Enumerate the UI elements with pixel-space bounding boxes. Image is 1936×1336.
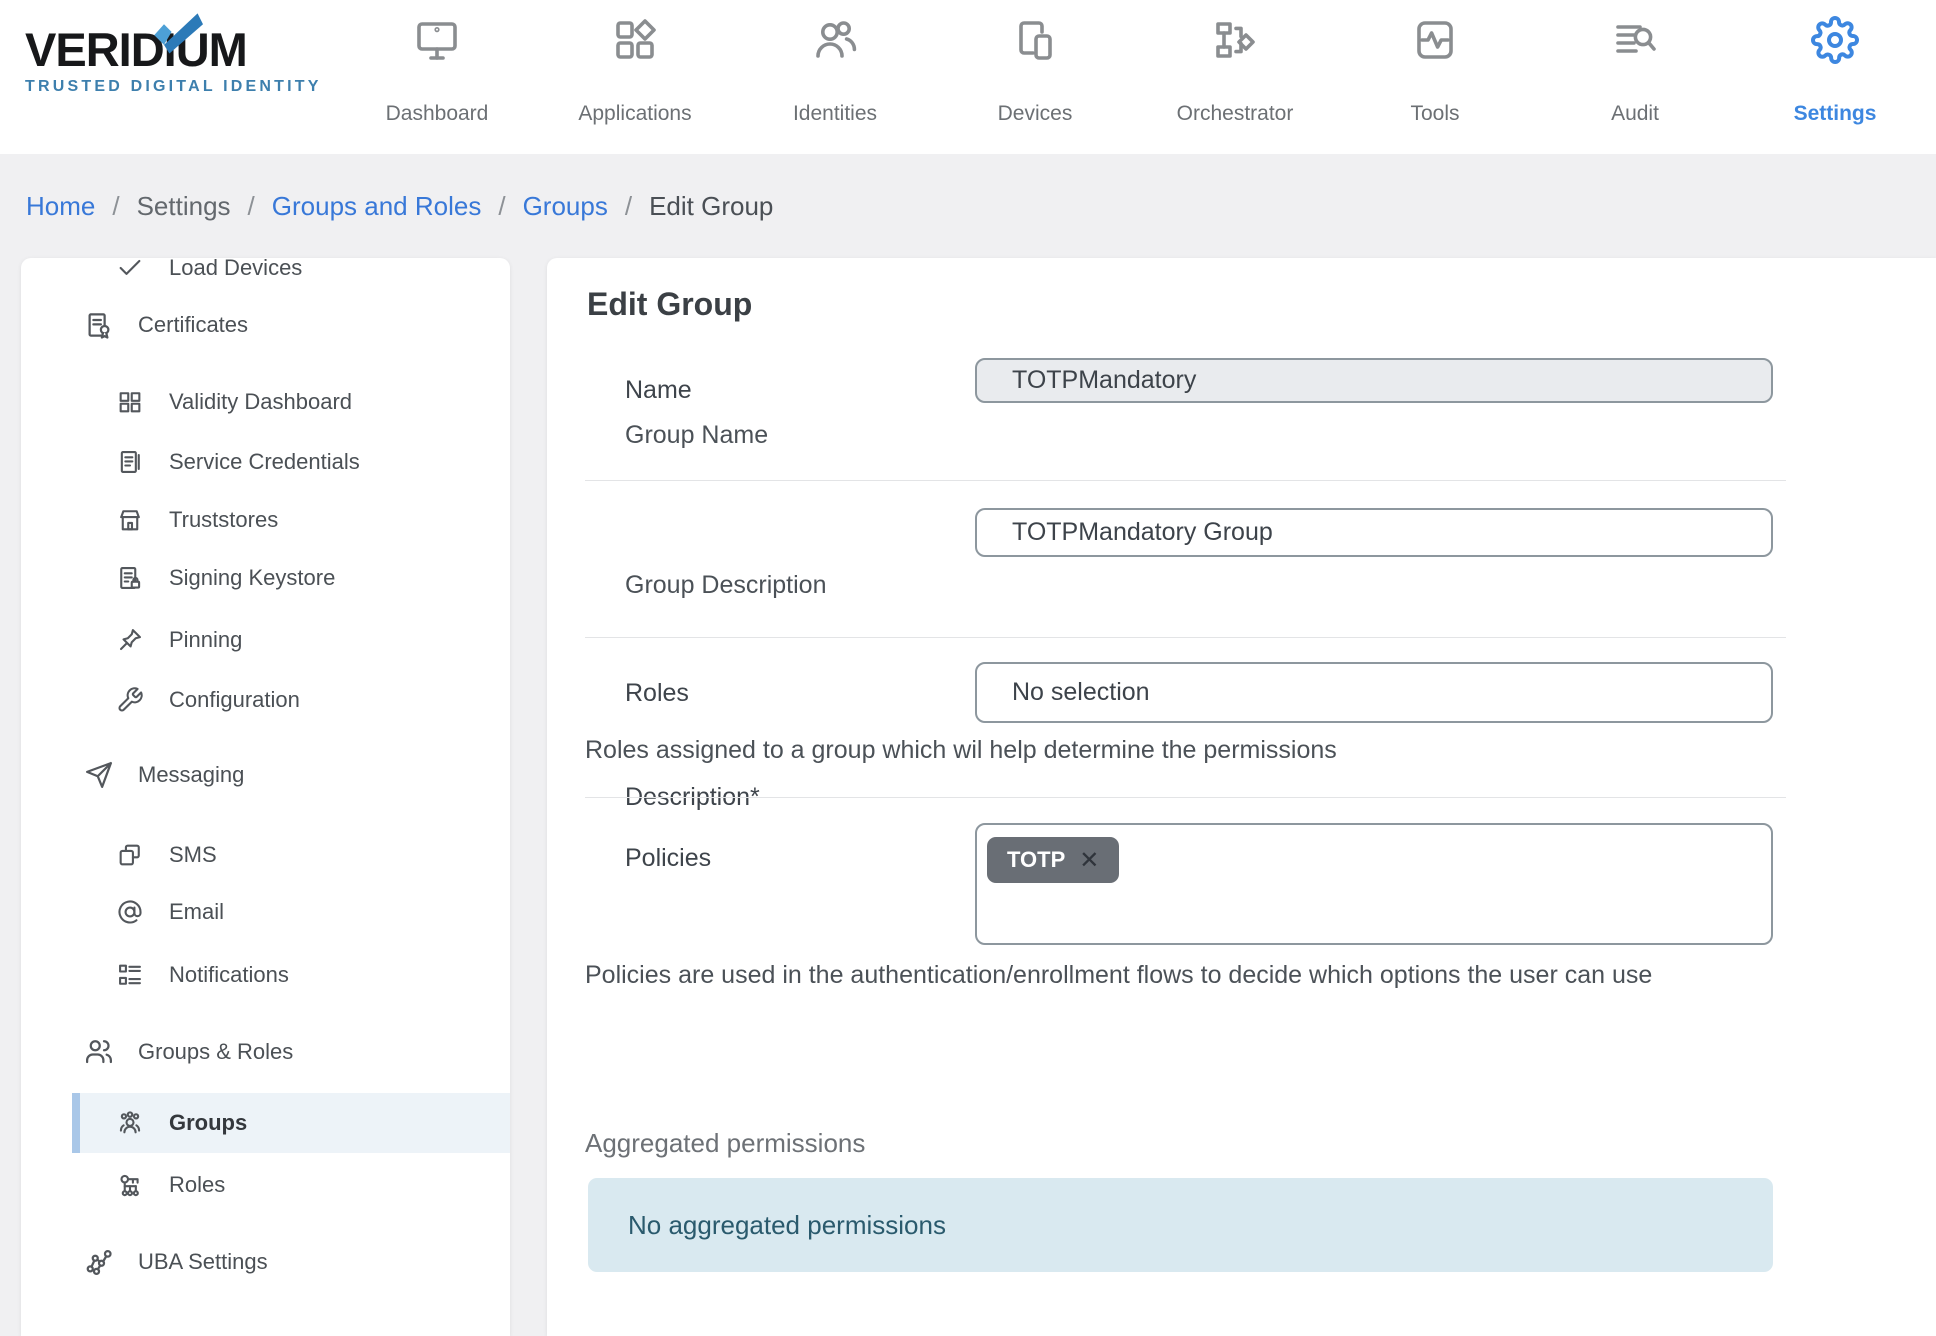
document-lock-icon xyxy=(116,564,144,592)
breadcrumb: Home / Settings / Groups and Roles / Gro… xyxy=(0,154,1936,258)
nav-item-audit[interactable]: Audit xyxy=(1550,0,1720,154)
edit-group-panel: Edit Group Name Group Name TOTPMandatory… xyxy=(547,258,1936,1336)
nav-item-orchestrator[interactable]: Orchestrator xyxy=(1150,0,1320,154)
section-divider xyxy=(585,637,1786,638)
nav-item-devices[interactable]: Devices xyxy=(950,0,1120,154)
policies-label: Policies xyxy=(625,846,711,871)
devices-icon xyxy=(1011,16,1059,64)
nav-item-dashboard[interactable]: Dashboard xyxy=(352,0,522,154)
roles-help: Roles assigned to a group which wil help… xyxy=(585,738,1337,763)
key-nodes-icon xyxy=(116,1171,144,1199)
sidebar-item-configuration[interactable]: Configuration xyxy=(21,671,510,729)
certificate-icon xyxy=(84,310,114,340)
store-icon xyxy=(116,506,144,534)
name-label: Name xyxy=(625,378,692,403)
breadcrumb-groups-and-roles[interactable]: Groups and Roles xyxy=(272,191,482,222)
veridium-logo: VERIDIUM TRUSTED DIGITAL IDENTITY xyxy=(25,24,355,96)
paper-plane-icon xyxy=(84,760,114,790)
aggregated-permissions-heading: Aggregated permissions xyxy=(585,1128,865,1159)
wrench-icon xyxy=(116,686,144,714)
breadcrumb-current: Edit Group xyxy=(649,191,773,222)
nav-item-tools[interactable]: Tools xyxy=(1350,0,1520,154)
breadcrumb-separator: / xyxy=(625,191,632,222)
sidebar-item-groups-and-roles[interactable]: Groups & Roles xyxy=(21,1023,510,1081)
lines-magnifier-icon xyxy=(1611,16,1659,64)
monitor-icon xyxy=(413,16,461,64)
sidebar-item-roles[interactable]: Roles xyxy=(21,1156,510,1214)
sidebar-item-sms[interactable]: SMS xyxy=(21,826,510,884)
content-area: Load Devices Certificates Validity Dashb… xyxy=(0,258,1936,1336)
flowchart-icon xyxy=(1211,16,1259,64)
breadcrumb-separator: / xyxy=(498,191,505,222)
sidebar-item-certificates[interactable]: Certificates xyxy=(21,296,510,354)
breadcrumb-home[interactable]: Home xyxy=(26,191,95,222)
breadcrumb-settings: Settings xyxy=(137,191,231,222)
at-sign-icon xyxy=(116,898,144,926)
sidebar-item-uba-settings[interactable]: UBA Settings xyxy=(21,1233,510,1291)
users-icon xyxy=(84,1037,114,1067)
sidebar-item-truststores[interactable]: Truststores xyxy=(21,491,510,549)
sidebar-item-signing-keystore[interactable]: Signing Keystore xyxy=(21,549,510,607)
sidebar-item-validity-dashboard[interactable]: Validity Dashboard xyxy=(21,373,510,431)
section-divider xyxy=(585,480,1786,481)
gear-icon xyxy=(1811,16,1859,64)
grid-diamond-icon xyxy=(611,16,659,64)
network-nodes-icon xyxy=(84,1247,114,1277)
app-header: VERIDIUM TRUSTED DIGITAL IDENTITY Dashbo… xyxy=(0,0,1936,154)
sidebar-item-groups[interactable]: Groups xyxy=(72,1093,510,1153)
policy-chip-totp[interactable]: TOTP ✕ xyxy=(987,837,1119,883)
group-people-icon xyxy=(116,1109,144,1137)
sidebar-item-service-credentials[interactable]: Service Credentials xyxy=(21,433,510,491)
policies-help: Policies are used in the authentication/… xyxy=(585,951,1745,1000)
activity-icon xyxy=(1411,16,1459,64)
nav-item-applications[interactable]: Applications xyxy=(550,0,720,154)
check-icon xyxy=(116,258,144,282)
people-icon xyxy=(811,16,859,64)
name-input[interactable]: TOTPMandatory xyxy=(975,358,1773,403)
page-title: Edit Group xyxy=(587,286,752,323)
sidebar-item-email[interactable]: Email xyxy=(21,883,510,941)
document-lines-icon xyxy=(116,448,144,476)
section-divider xyxy=(585,797,1786,798)
logo-tagline: TRUSTED DIGITAL IDENTITY xyxy=(25,78,355,96)
roles-select[interactable]: No selection xyxy=(975,662,1773,723)
pushpin-icon xyxy=(116,626,144,654)
list-squares-icon xyxy=(116,961,144,989)
settings-sidebar: Load Devices Certificates Validity Dashb… xyxy=(21,258,510,1336)
sidebar-item-notifications[interactable]: Notifications xyxy=(21,946,510,1004)
nav-item-settings[interactable]: Settings xyxy=(1750,0,1920,154)
description-input[interactable]: TOTPMandatory Group xyxy=(975,508,1773,557)
policies-multiselect[interactable]: TOTP ✕ xyxy=(975,823,1773,945)
name-help: Group Name xyxy=(625,423,768,448)
roles-label: Roles xyxy=(625,681,689,706)
sidebar-item-messaging[interactable]: Messaging xyxy=(21,746,510,804)
sidebar-item-load-devices[interactable]: Load Devices xyxy=(21,258,510,297)
breadcrumb-separator: / xyxy=(248,191,255,222)
nav-item-identities[interactable]: Identities xyxy=(750,0,920,154)
chip-remove-icon[interactable]: ✕ xyxy=(1079,846,1099,875)
sidebar-item-pinning[interactable]: Pinning xyxy=(21,611,510,669)
message-copy-icon xyxy=(116,841,144,869)
breadcrumb-groups[interactable]: Groups xyxy=(523,191,608,222)
description-help: Group Description xyxy=(625,573,826,598)
grid-squares-icon xyxy=(116,388,144,416)
logo-checkmark-icon xyxy=(151,12,203,61)
aggregated-permissions-empty: No aggregated permissions xyxy=(588,1178,1773,1272)
breadcrumb-separator: / xyxy=(112,191,119,222)
